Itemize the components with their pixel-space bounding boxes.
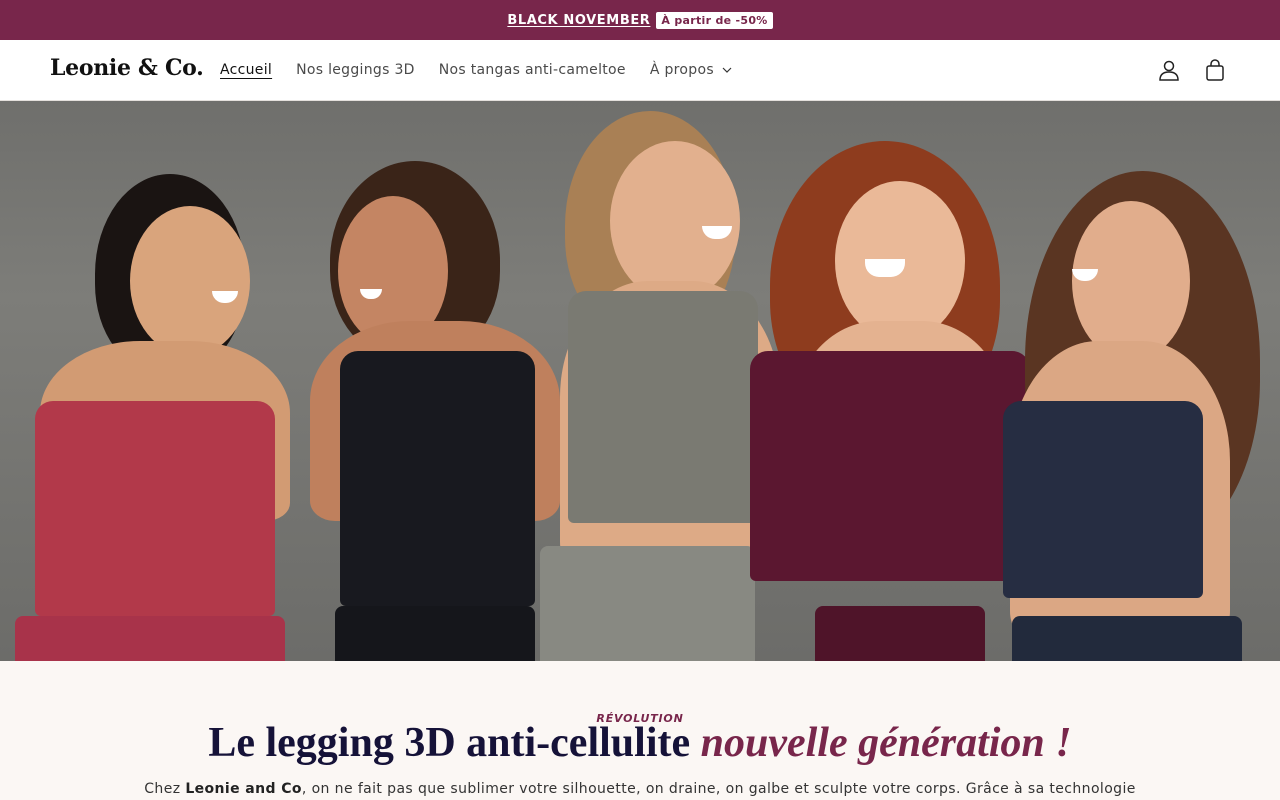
nav-item-label: Nos leggings 3D [296, 62, 415, 78]
account-icon[interactable] [1156, 56, 1182, 84]
header-icons [1156, 56, 1228, 84]
nav-item-leggings[interactable]: Nos leggings 3D [284, 62, 427, 78]
section-intro: Chez Leonie and Co, on ne fait pas que s… [0, 781, 1280, 797]
nav-item-accueil[interactable]: Accueil [208, 62, 284, 78]
section-headline: Le legging 3D anti-cellulite nouvelle gé… [0, 719, 1280, 767]
nav-item-label: À propos [649, 62, 714, 78]
logo[interactable]: Leonie & Co. [50, 55, 204, 81]
black-november-link[interactable]: BLACK NOVEMBER [507, 13, 650, 28]
site-header: Leonie & Co. Accueil Nos leggings 3D Nos… [0, 40, 1280, 101]
headline-plain: Le legging 3D anti-cellulite [208, 720, 701, 766]
intro-prefix: Chez [144, 781, 186, 797]
hero-image [0, 101, 1280, 661]
nav-item-label: Nos tangas anti-cameltoe [438, 62, 626, 78]
headline-emphasis: nouvelle génération ! [700, 720, 1072, 766]
nav-item-label: Accueil [220, 62, 273, 78]
cart-icon[interactable] [1202, 56, 1228, 84]
announcement-bar: BLACK NOVEMBER À partir de -50% [0, 0, 1280, 40]
discount-badge: À partir de -50% [656, 11, 773, 29]
nav-item-tangas[interactable]: Nos tangas anti-cameltoe [427, 62, 638, 78]
intro-suffix: , on ne fait pas que sublimer votre silh… [301, 781, 1136, 797]
main-nav: Accueil Nos leggings 3D Nos tangas anti-… [208, 40, 744, 100]
chevron-down-icon [722, 67, 732, 73]
nav-item-a-propos[interactable]: À propos [638, 62, 744, 78]
intro-brand: Leonie and Co [185, 781, 302, 797]
intro-section: RÉVOLUTION Le legging 3D anti-cellulite … [0, 661, 1280, 800]
